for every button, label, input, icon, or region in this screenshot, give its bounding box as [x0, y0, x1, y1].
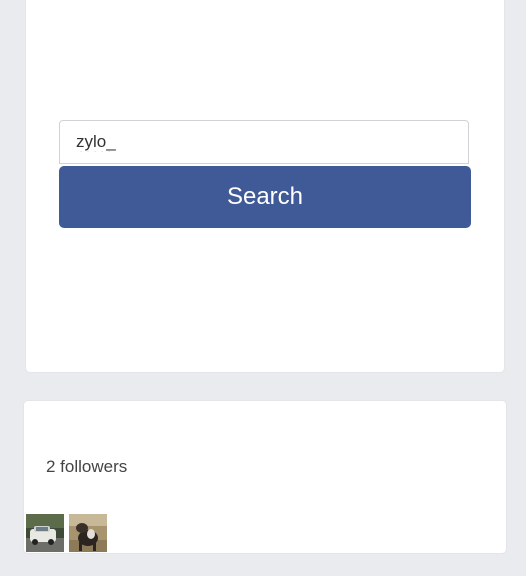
search-input[interactable] [60, 121, 468, 163]
follower-avatar-1[interactable] [26, 514, 64, 552]
follower-avatar-2[interactable] [69, 514, 107, 552]
followers-count: 2 followers [46, 457, 128, 476]
followers-avatar-list [26, 514, 107, 552]
search-card: Search [26, 0, 504, 372]
search-button[interactable]: Search [59, 166, 471, 228]
search-input-container[interactable] [59, 120, 469, 164]
followers-card: 2 followers [24, 401, 506, 553]
